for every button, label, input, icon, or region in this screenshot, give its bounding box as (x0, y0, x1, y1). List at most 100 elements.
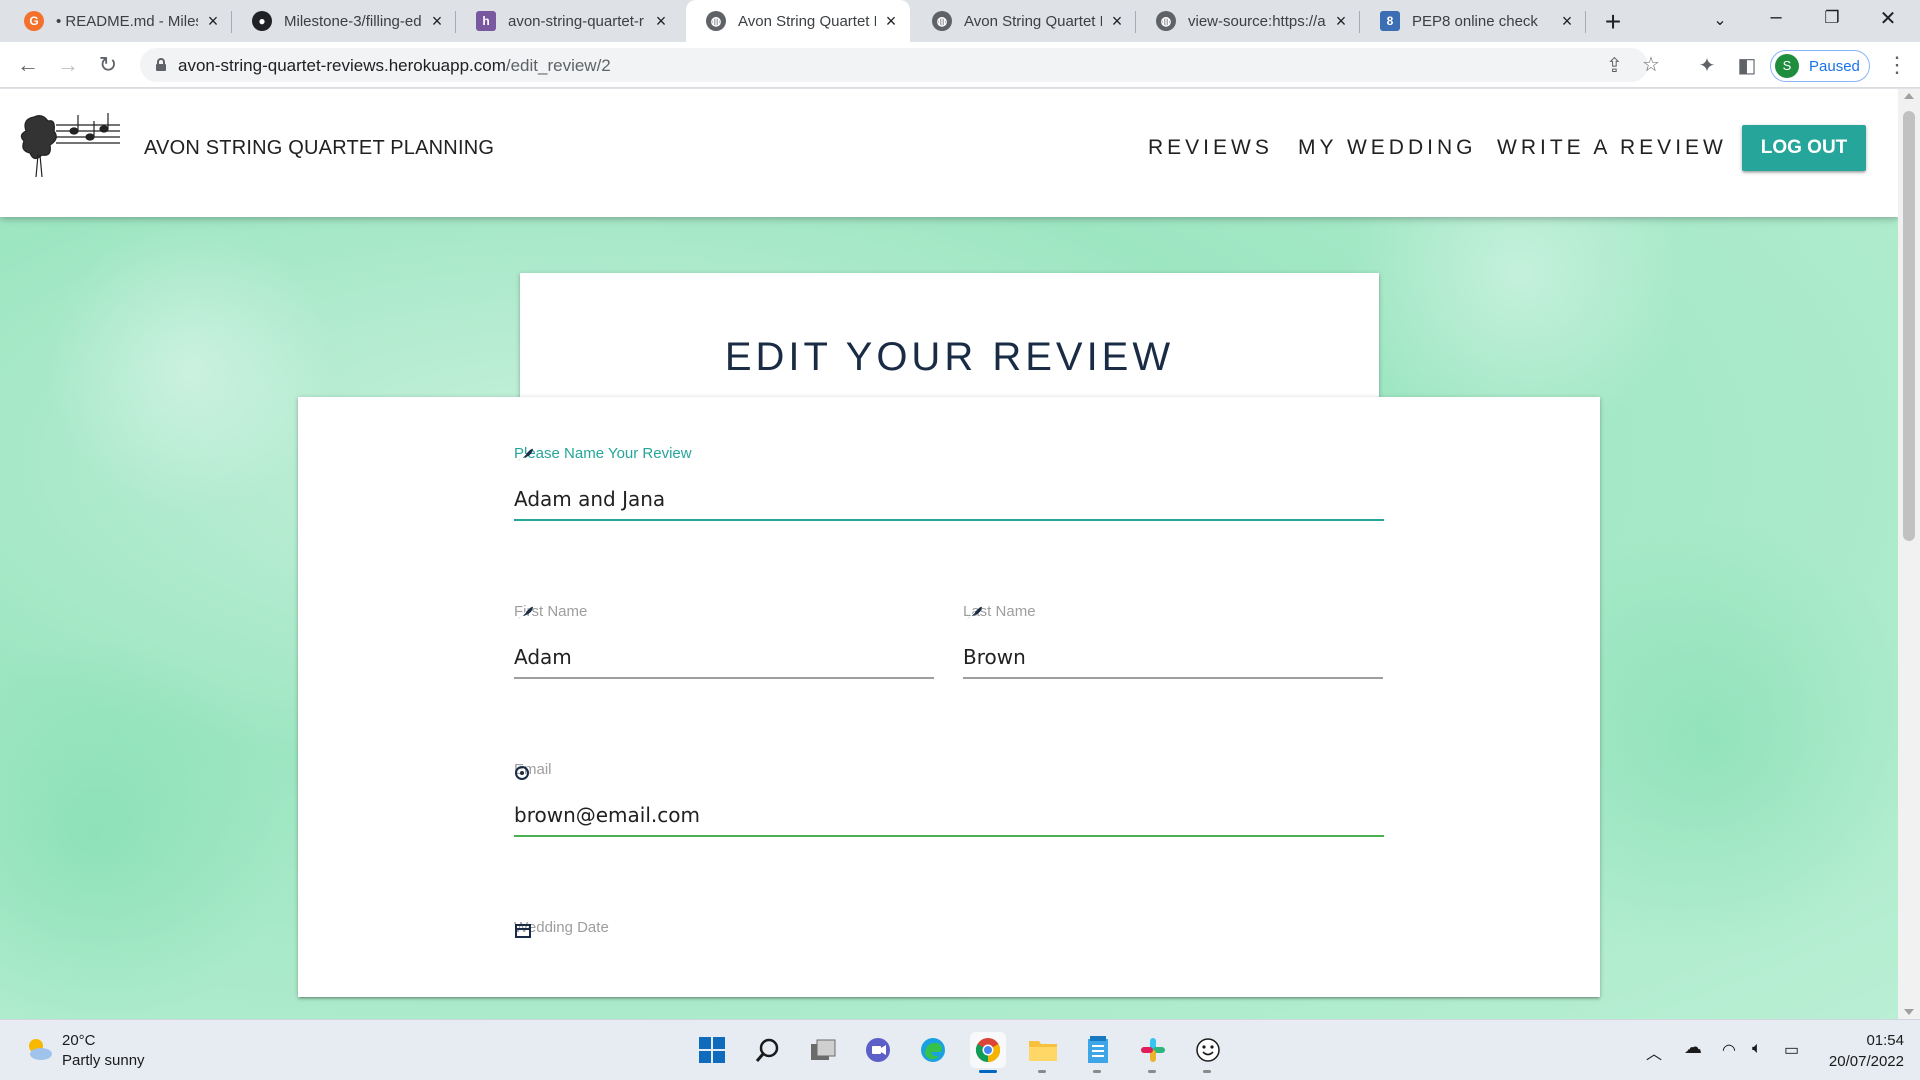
file-explorer-icon[interactable] (1025, 1032, 1061, 1073)
slack-icon[interactable] (1135, 1032, 1171, 1073)
lock-icon (156, 58, 166, 71)
battery-icon[interactable]: ▭ (1784, 1040, 1799, 1060)
email-input[interactable]: brown@email.com (514, 803, 700, 827)
url-path: /edit_review/2 (505, 56, 611, 75)
clock-date[interactable]: 20/07/2022 (1820, 1053, 1904, 1070)
wifi-icon[interactable]: ◠ (1722, 1040, 1736, 1060)
running-app-indicator (1093, 1070, 1101, 1073)
wedding-date-field[interactable]: Wedding Date (514, 919, 1384, 999)
avatar: S (1775, 54, 1799, 78)
teams-chat-icon[interactable] (860, 1032, 896, 1068)
review-name-input[interactable]: Adam and Jana (514, 487, 665, 511)
tab-title: Avon String Quartet P (738, 12, 876, 30)
at-sign-icon (515, 766, 529, 780)
side-panel-icon[interactable]: ◧ (1734, 53, 1760, 78)
running-app-indicator (1148, 1070, 1156, 1073)
browser-toolbar: ← → ↻ avon-string-quartet-reviews.heroku… (0, 42, 1920, 88)
quill-icon (964, 606, 982, 623)
minimize-icon[interactable]: – (1756, 6, 1796, 29)
tab-title: Milestone-3/filling-ed (284, 12, 422, 30)
close-icon[interactable]: × (204, 11, 222, 32)
weather-description[interactable]: Partly sunny (62, 1052, 145, 1069)
chrome-browser-icon[interactable] (970, 1032, 1006, 1073)
tab-search-icon[interactable]: ⌄ (1700, 10, 1740, 30)
input-underline (514, 519, 1384, 521)
url-text[interactable]: avon-string-quartet-reviews.herokuapp.co… (178, 56, 611, 76)
clock-time[interactable]: 01:54 (1858, 1032, 1904, 1049)
tab-title: PEP8 online check (1412, 12, 1538, 30)
input-underline (514, 835, 1384, 837)
task-view-icon[interactable] (805, 1032, 841, 1068)
bookmark-star-icon[interactable]: ☆ (1642, 52, 1660, 77)
nav-reviews-link[interactable]: REVIEWS (1148, 136, 1273, 160)
onedrive-cloud-icon[interactable]: ☁ (1684, 1037, 1702, 1058)
partly-sunny-icon[interactable] (24, 1035, 54, 1063)
page-scrollbar[interactable] (1898, 89, 1920, 1019)
smiley-app-icon[interactable] (1190, 1032, 1226, 1073)
first-name-field[interactable]: First Name Adam (514, 603, 934, 683)
last-name-field[interactable]: Last Name Brown (963, 603, 1383, 683)
quartet-logo-icon[interactable] (16, 111, 126, 181)
review-name-label: Please Name Your Review (514, 445, 692, 462)
browser-tab[interactable]: G • README.md - Miles × (4, 0, 232, 42)
close-window-icon[interactable]: ✕ (1868, 6, 1908, 31)
nav-write-review-link[interactable]: WRITE A REVIEW (1497, 136, 1727, 160)
scroll-up-icon[interactable] (1904, 93, 1914, 99)
scrollbar-thumb[interactable] (1903, 111, 1915, 541)
tab-title: avon-string-quartet-r (508, 12, 644, 30)
browser-tab[interactable]: 8 PEP8 online check × (1360, 0, 1586, 42)
share-icon[interactable]: ⇪ (1606, 53, 1623, 78)
email-field[interactable]: Email brown@email.com (514, 761, 1384, 841)
new-tab-button[interactable]: + (1598, 6, 1628, 38)
globe-icon: ◍ (706, 11, 726, 31)
input-underline (963, 677, 1383, 679)
browser-tab-strip: G • README.md - Miles × ● Milestone-3/fi… (0, 0, 1920, 42)
last-name-input[interactable]: Brown (963, 645, 1026, 669)
extensions-icon[interactable]: ✦ (1694, 53, 1720, 78)
heroku-icon: h (476, 11, 496, 31)
address-bar[interactable]: avon-string-quartet-reviews.herokuapp.co… (140, 48, 1660, 82)
close-icon[interactable]: × (882, 11, 900, 32)
close-icon[interactable]: × (1558, 11, 1576, 32)
volume-icon[interactable]: 🔈︎ (1752, 1040, 1762, 1058)
brand-name[interactable]: AVON STRING QUARTET PLANNING (144, 137, 494, 160)
nav-my-wedding-link[interactable]: MY WEDDING (1298, 136, 1476, 160)
tab-separator (1585, 11, 1586, 33)
quill-icon (515, 606, 533, 623)
tab-title: Avon String Quartet P (964, 12, 1102, 30)
page-viewport: AVON STRING QUARTET PLANNING REVIEWS MY … (0, 89, 1898, 1019)
calendar-icon (515, 924, 531, 938)
browser-menu-icon[interactable]: ⋮ (1886, 52, 1908, 78)
tab-title: • README.md - Miles (56, 12, 198, 30)
browser-tab[interactable]: ◍ Avon String Quartet P × (912, 0, 1136, 42)
logout-button[interactable]: LOG OUT (1742, 125, 1866, 171)
edge-browser-icon[interactable] (915, 1032, 951, 1068)
reload-icon[interactable]: ↻ (94, 51, 122, 79)
scroll-down-icon[interactable] (1904, 1009, 1914, 1015)
input-underline (514, 677, 934, 679)
browser-tab-active[interactable]: ◍ Avon String Quartet P × (686, 0, 910, 42)
maximize-icon[interactable]: ❐ (1812, 8, 1852, 28)
close-icon[interactable]: × (428, 11, 446, 32)
browser-tab[interactable]: ● Milestone-3/filling-ed × (232, 0, 456, 42)
notepad-icon[interactable] (1080, 1032, 1116, 1073)
first-name-input[interactable]: Adam (514, 645, 572, 669)
profile-button[interactable]: S Paused (1770, 50, 1870, 82)
browser-tab[interactable]: h avon-string-quartet-r × (456, 0, 680, 42)
search-icon[interactable] (750, 1032, 786, 1068)
forward-icon[interactable]: → (54, 51, 82, 79)
chevron-up-icon[interactable]: ︿ (1646, 1040, 1662, 1064)
close-icon[interactable]: × (652, 11, 670, 32)
browser-tab[interactable]: ◍ view-source:https://a × (1136, 0, 1360, 42)
page-title: EDIT YOUR REVIEW (724, 335, 1175, 379)
close-icon[interactable]: × (1332, 11, 1350, 32)
tab-title: view-source:https://a (1188, 12, 1326, 30)
windows-taskbar: 20°C Partly sunny ︿ ☁ ◠ 🔈︎ ▭ 01:54 20/07… (0, 1019, 1920, 1080)
weather-temperature[interactable]: 20°C (62, 1032, 96, 1049)
github-icon: ● (252, 11, 272, 31)
review-name-field[interactable]: Please Name Your Review Adam and Jana (514, 445, 1384, 525)
close-icon[interactable]: × (1108, 11, 1126, 32)
quill-icon (515, 448, 533, 465)
windows-start-icon[interactable] (694, 1032, 730, 1068)
back-icon[interactable]: ← (14, 51, 42, 79)
